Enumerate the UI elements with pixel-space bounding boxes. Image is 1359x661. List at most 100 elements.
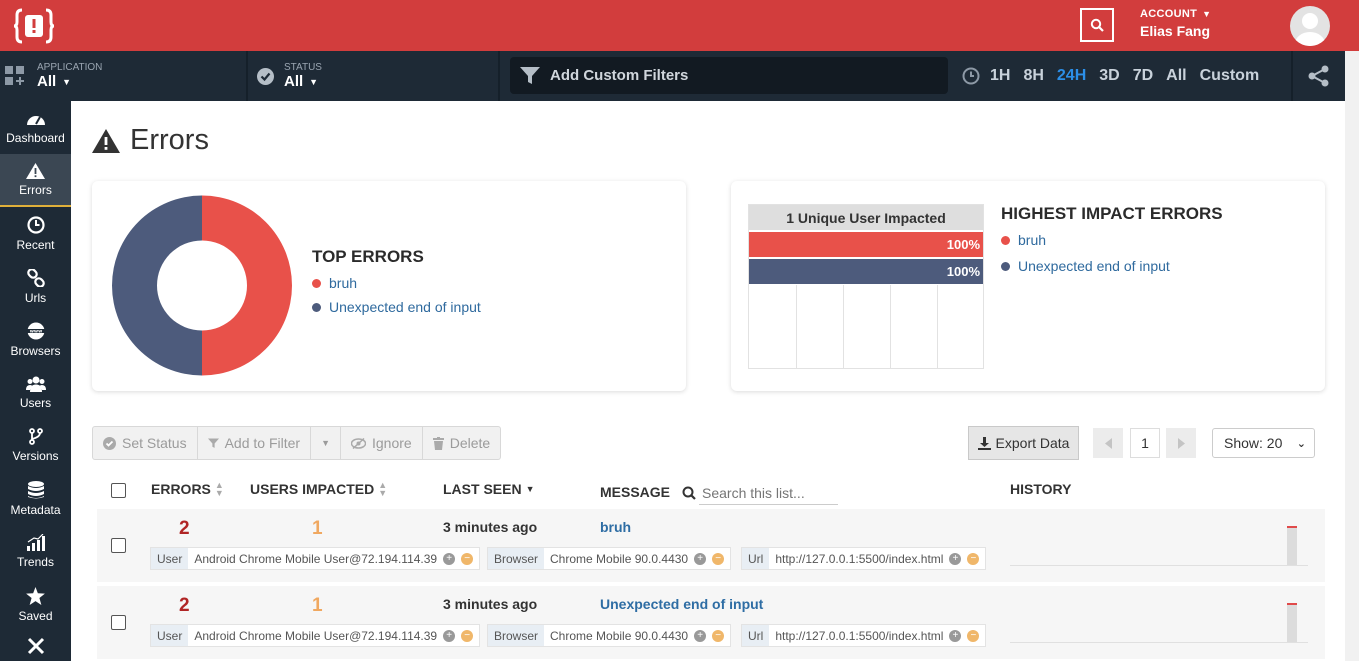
column-header-label: MESSAGE bbox=[600, 484, 671, 500]
chevron-right-icon bbox=[1177, 437, 1185, 449]
row-checkbox[interactable] bbox=[111, 615, 126, 630]
plus-circle-icon[interactable]: + bbox=[694, 552, 707, 565]
range-24h[interactable]: 24H bbox=[1057, 67, 1086, 85]
sidebar-item-versions[interactable]: Versions bbox=[0, 419, 71, 472]
plus-circle-icon[interactable]: + bbox=[949, 629, 962, 642]
history-bar[interactable] bbox=[1287, 603, 1297, 642]
row-checkbox[interactable] bbox=[111, 538, 126, 553]
next-page-button[interactable] bbox=[1166, 428, 1196, 458]
sidebar-item-errors[interactable]: Errors bbox=[0, 154, 71, 207]
add-to-filter-dropdown[interactable]: ▼ bbox=[311, 427, 341, 459]
application-filter[interactable]: APPLICATION All ▼ bbox=[5, 51, 102, 101]
tag-value: http://127.0.0.1:5500/index.html bbox=[775, 628, 944, 643]
minus-circle-icon[interactable]: − bbox=[712, 552, 725, 565]
range-1h[interactable]: 1H bbox=[990, 67, 1010, 85]
url-tag: Url http://127.0.0.1:5500/index.html + − bbox=[741, 624, 987, 647]
time-range-selector: 1H 8H 24H 3D 7D All Custom bbox=[962, 51, 1272, 101]
select-all-checkbox[interactable] bbox=[111, 483, 126, 498]
ignore-button[interactable]: Ignore bbox=[341, 427, 423, 459]
star-icon bbox=[26, 586, 45, 605]
page-number[interactable]: 1 bbox=[1130, 428, 1160, 458]
tag-value: Android Chrome Mobile User@72.194.114.39 bbox=[194, 628, 438, 643]
impact-chart-header: 1 Unique User Impacted bbox=[749, 205, 983, 230]
donut-slice-unexpected-end-of-input[interactable] bbox=[112, 195, 202, 376]
previous-page-button[interactable] bbox=[1093, 428, 1123, 458]
search-icon bbox=[682, 486, 696, 500]
sidebar-item-dashboard[interactable]: Dashboard bbox=[0, 101, 71, 154]
divider bbox=[498, 51, 500, 101]
clock-icon bbox=[26, 215, 45, 234]
users-impacted-count: 1 bbox=[312, 595, 323, 616]
tag-key: User bbox=[151, 548, 189, 569]
set-status-button[interactable]: Set Status bbox=[93, 427, 198, 459]
error-message-link[interactable]: bruh bbox=[600, 519, 631, 535]
delete-button[interactable]: Delete bbox=[423, 427, 500, 459]
search-button[interactable] bbox=[1080, 8, 1114, 42]
legend-item-bruh[interactable]: bruh bbox=[1001, 232, 1223, 248]
share-button[interactable] bbox=[1291, 51, 1345, 101]
column-header-label: LAST SEEN bbox=[443, 481, 522, 497]
column-header-last-seen[interactable]: LAST SEEN ▼ bbox=[443, 481, 535, 497]
column-header-label: USERS IMPACTED bbox=[250, 481, 375, 497]
minus-circle-icon[interactable]: − bbox=[712, 629, 725, 642]
legend-label: bruh bbox=[1018, 232, 1047, 248]
error-message-link[interactable]: Unexpected end of input bbox=[600, 596, 763, 612]
impact-bar-bruh[interactable]: 100% bbox=[749, 232, 983, 257]
minus-circle-icon[interactable]: − bbox=[967, 629, 980, 642]
user-tag: User Android Chrome Mobile User@72.194.11… bbox=[150, 624, 481, 647]
sidebar-item-tools[interactable] bbox=[0, 631, 71, 661]
sidebar-item-saved[interactable]: Saved bbox=[0, 578, 71, 631]
caret-down-icon: ▼ bbox=[62, 76, 72, 87]
legend-item-unexpected-end[interactable]: Unexpected end of input bbox=[312, 299, 481, 315]
plus-circle-icon[interactable]: + bbox=[443, 629, 456, 642]
impact-bar-unexpected-end[interactable]: 100% bbox=[749, 259, 983, 284]
message-search-input[interactable] bbox=[699, 481, 838, 505]
range-all[interactable]: All bbox=[1166, 67, 1186, 85]
sidebar-item-recent[interactable]: Recent bbox=[0, 207, 71, 260]
error-count: 2 bbox=[179, 518, 190, 539]
tag-key: Url bbox=[742, 548, 770, 569]
tag-key: Url bbox=[742, 625, 770, 646]
trends-icon bbox=[26, 534, 45, 551]
column-header-errors[interactable]: ERRORS ▲ ▼ bbox=[151, 481, 224, 498]
plus-circle-icon[interactable]: + bbox=[949, 552, 962, 565]
history-bar[interactable] bbox=[1287, 526, 1297, 565]
add-to-filter-button[interactable]: Add to Filter bbox=[198, 427, 312, 459]
range-custom[interactable]: Custom bbox=[1200, 67, 1260, 85]
sidebar-item-trends[interactable]: Trends bbox=[0, 525, 71, 578]
status-filter[interactable]: STATUS All ▼ bbox=[257, 51, 322, 101]
custom-filter-input[interactable]: Add Custom Filters bbox=[510, 57, 948, 94]
sidebar-item-urls[interactable]: Urls bbox=[0, 260, 71, 313]
avatar[interactable] bbox=[1290, 6, 1330, 46]
highest-impact-title: HIGHEST IMPACT ERRORS bbox=[1001, 204, 1223, 223]
range-8h[interactable]: 8H bbox=[1023, 67, 1043, 85]
range-7d[interactable]: 7D bbox=[1133, 67, 1153, 85]
status-value: All bbox=[284, 73, 304, 90]
sidebar-item-label: Metadata bbox=[10, 502, 61, 517]
legend-item-bruh[interactable]: bruh bbox=[312, 275, 481, 291]
branch-icon bbox=[28, 428, 43, 445]
tag-value: Chrome Mobile 90.0.4430 bbox=[550, 551, 689, 566]
minus-circle-icon[interactable]: − bbox=[461, 552, 474, 565]
sidebar-item-browsers[interactable]: www Browsers bbox=[0, 313, 71, 366]
sidebar-item-metadata[interactable]: Metadata bbox=[0, 472, 71, 525]
caret-down-icon: ▼ bbox=[321, 438, 330, 448]
svg-text:www: www bbox=[29, 329, 41, 334]
minus-circle-icon[interactable]: − bbox=[461, 629, 474, 642]
table-row[interactable] bbox=[97, 509, 1325, 582]
scrollbar[interactable] bbox=[1345, 51, 1359, 661]
range-3d[interactable]: 3D bbox=[1099, 67, 1119, 85]
plus-circle-icon[interactable]: + bbox=[443, 552, 456, 565]
plus-circle-icon[interactable]: + bbox=[694, 629, 707, 642]
sidebar-item-label: Users bbox=[19, 395, 52, 410]
app-logo-icon[interactable] bbox=[14, 7, 54, 45]
donut-slice-bruh[interactable] bbox=[202, 195, 292, 376]
minus-circle-icon[interactable]: − bbox=[967, 552, 980, 565]
tag-value: Android Chrome Mobile User@72.194.114.39 bbox=[194, 551, 438, 566]
sidebar-item-users[interactable]: Users bbox=[0, 366, 71, 419]
export-data-button[interactable]: Export Data bbox=[968, 426, 1079, 460]
column-header-users-impacted[interactable]: USERS IMPACTED ▲ ▼ bbox=[250, 481, 387, 498]
account-menu[interactable]: ACCOUNT ▼ Elias Fang bbox=[1140, 8, 1211, 39]
page-size-select[interactable]: Show: 20 ⌄ bbox=[1212, 428, 1315, 458]
legend-item-unexpected-end[interactable]: Unexpected end of input bbox=[1001, 258, 1223, 274]
